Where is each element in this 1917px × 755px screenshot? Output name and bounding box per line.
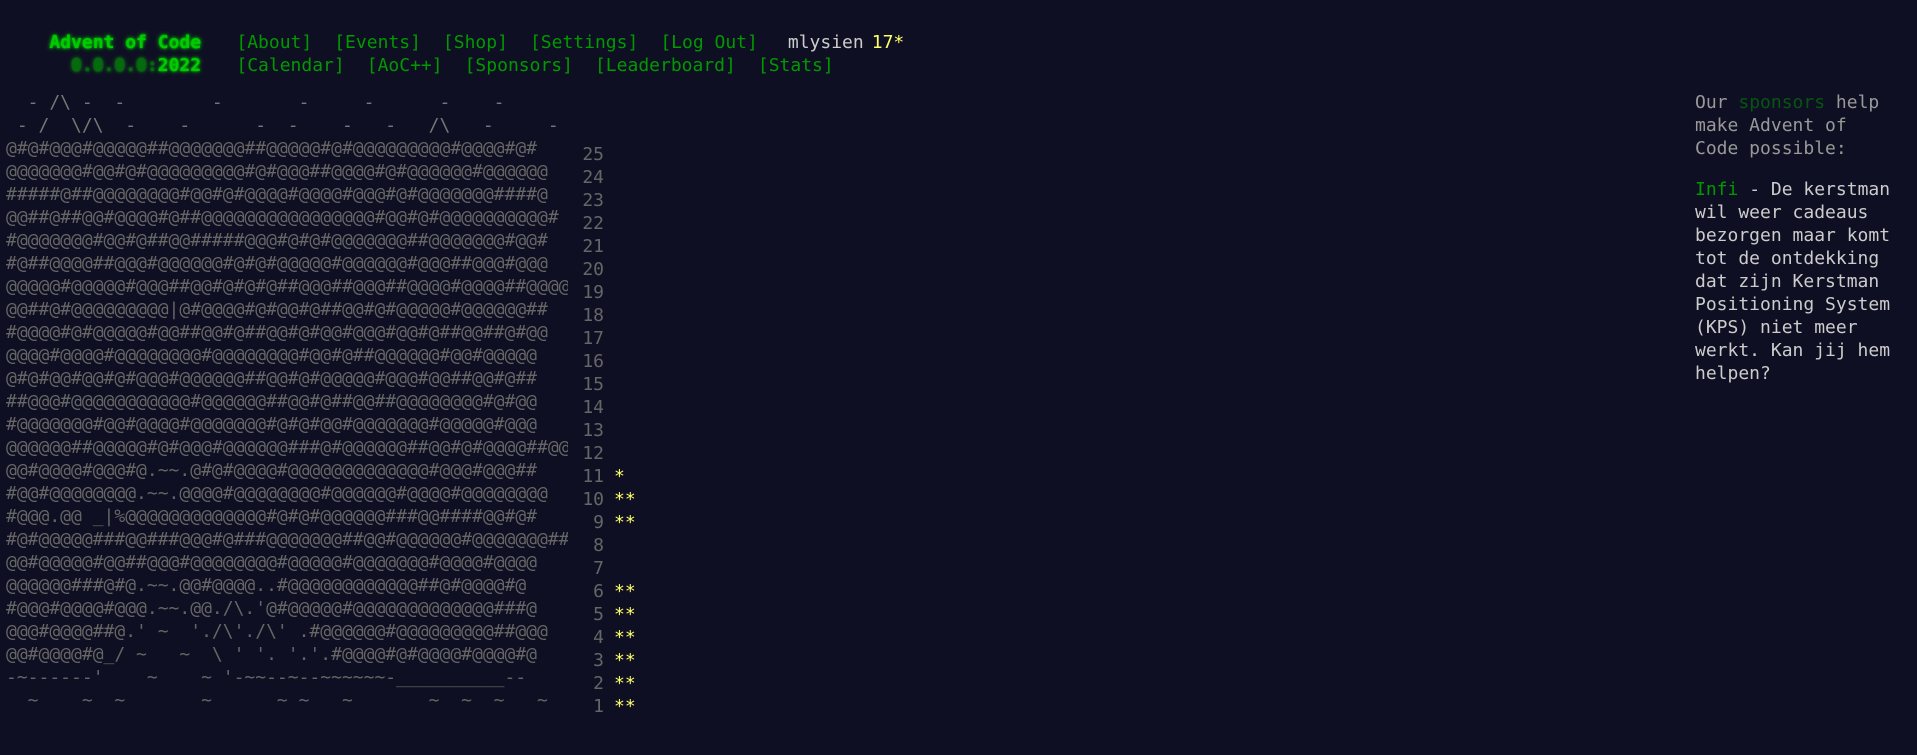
calendar-top-row: - / \/\ - - - - - - /\ - -	[6, 114, 654, 137]
calendar-day-row[interactable]: @#@#@@#@@#@#@@@#@@@@@@##@@#@#@@@@@#@@@#@…	[6, 367, 654, 395]
calendar-art: @@@@@@##@@@@@#@#@@@#@@@@@@###@#@@@@@@##@…	[6, 437, 568, 458]
nav-log-out[interactable]: [Log Out]	[660, 31, 758, 54]
username: mlysien	[787, 32, 864, 53]
event-year-label: 0.0.0.0:2022	[49, 54, 236, 77]
calendar-day-row[interactable]: #####@##@@@@@@@@#@@#@#@@@@#@@@@#@@@#@#@@…	[6, 183, 654, 211]
calendar-art: @@##@#@@@@@@@@@|@#@@@@#@#@@#@##@@#@#@@@@…	[6, 299, 548, 320]
site-header: Advent of Code [About] [Events] [Shop] [Sett…	[6, 8, 904, 76]
calendar-art: @@#@@@@@#@@##@@@#@@@@@@@@#@@@@@#@@@@@@@#…	[6, 552, 538, 573]
calendar-day-row[interactable]: #@@@@#@#@@@@@#@@##@@#@##@@#@#@@#@@@#@@#@…	[6, 321, 654, 349]
sponsor-sidebar: Our sponsors help make Advent of Code po…	[1695, 91, 1900, 385]
calendar-art: #@@@@@@@#@@#@##@@#####@@@#@#@#@@@@@@@##@…	[6, 230, 548, 251]
nav-about[interactable]: [About]	[236, 31, 312, 54]
calendar-art: @@##@##@@#@@@@#@##@@@@@@@@@@@@@@@@#@@#@#…	[6, 207, 559, 228]
calendar-day-rows: @#@#@@@#@@@@@##@@@@@@@##@@@@@#@#@@@@@@@@…	[6, 137, 654, 717]
sponsor-ad: Infi - De kerstman wil weer cadeaus bezo…	[1695, 178, 1900, 385]
calendar-art: #@@@@@@@#@@#@@@@#@@@@@@@#@#@#@@#@@@@@@@#…	[6, 414, 538, 435]
calendar-day-row[interactable]: @@#@@@@#@_/ ~ ~ \ ' '. '.'.#@@@@#@#@@@@#…	[6, 643, 654, 671]
advent-calendar: - /\ - - - - - - - - / \/\ - - - - - - /…	[6, 91, 654, 717]
user-star-count: 17*	[871, 32, 905, 53]
site-logo[interactable]: Advent of Code	[49, 31, 236, 54]
calendar-art: #@@@#@@@@#@@@.~~.@@./\.'@#@@@@@#@@@@@@@@…	[6, 598, 538, 619]
calendar-art: #@#@@@@@###@@###@@@#@###@@@@@@@##@@#@@@@…	[6, 529, 568, 550]
sponsors-link[interactable]: sponsors	[1738, 92, 1825, 113]
sponsor-intro-before: Our	[1695, 92, 1739, 113]
calendar-day-row[interactable]: -~------' ~ ~ '-~~--~--~~~~~~-__________…	[6, 666, 654, 694]
nav-aoc-plus-plus[interactable]: [AoC++]	[367, 54, 443, 77]
calendar-art: #@@@@#@#@@@@@#@@##@@#@##@@#@#@@#@@@#@@#@…	[6, 322, 548, 343]
calendar-art: #@@#@@@@@@@@.~~.@@@@#@@@@@@@@#@@@@@@#@@@…	[6, 483, 548, 504]
calendar-day-row[interactable]: #@##@@@@##@@@#@@@@@@#@#@#@@@@@#@@@@@@#@@…	[6, 252, 654, 280]
calendar-day-row[interactable]: @@@@@@###@#@.~~.@@#@@@@..#@@@@@@@@@@@@##…	[6, 574, 654, 602]
nav-shop[interactable]: [Shop]	[443, 31, 508, 54]
calendar-day-row[interactable]: ##@@@#@@@@@@@@@@@#@@@@@@##@@#@##@@##@@@@…	[6, 390, 654, 418]
day-number: 1	[593, 696, 604, 717]
calendar-art: @@@@@@###@#@.~~.@@#@@@@..#@@@@@@@@@@@@##…	[6, 575, 527, 596]
calendar-art: -~------' ~ ~ '-~~--~--~~~~~~-__________…	[6, 667, 527, 688]
calendar-art: @@@@@#@@@@@#@@@##@@#@#@#@##@@@##@@@##@@@…	[6, 276, 568, 297]
event-year[interactable]: 2022	[158, 55, 201, 76]
calendar-day-row[interactable]: @@##@##@@#@@@@#@##@@@@@@@@@@@@@@@@#@@#@#…	[6, 206, 654, 234]
calendar-day-row[interactable]: @@@@#@@@@#@@@@@@@@#@@@@@@@@#@@#@##@@@@@@…	[6, 344, 654, 372]
day-stars: **	[614, 696, 636, 717]
calendar-art: #@@@.@@ _|%@@@@@@@@@@@@@#@#@#@@@@@@###@@…	[6, 506, 538, 527]
calendar-art: ~ ~ ~ ~ ~ ~ ~ ~ ~ ~ ~	[6, 690, 548, 711]
header-row-main: Advent of Code [About] [Events] [Shop] [Sett…	[6, 8, 904, 53]
calendar-day-row[interactable]: #@@@.@@ _|%@@@@@@@@@@@@@#@#@#@@@@@@###@@…	[6, 505, 654, 533]
nav-sponsors[interactable]: [Sponsors]	[465, 54, 573, 77]
calendar-art: #####@##@@@@@@@@#@@#@#@@@@#@@@@#@@@#@#@@…	[6, 184, 548, 205]
calendar-day-row[interactable]: @@#@@@@@#@@##@@@#@@@@@@@@#@@@@@#@@@@@@@#…	[6, 551, 654, 579]
nav-settings[interactable]: [Settings]	[530, 31, 638, 54]
calendar-day-row[interactable]: ~ ~ ~ ~ ~ ~ ~ ~ ~ ~ ~ 1 **	[6, 689, 654, 717]
nav-stats[interactable]: [Stats]	[758, 54, 834, 77]
calendar-day-row[interactable]: #@@@@@@@#@@#@##@@#####@@@#@#@#@@@@@@@##@…	[6, 229, 654, 257]
calendar-art-top: - /\ - - - - - - -	[6, 92, 505, 113]
calendar-day-row[interactable]: #@@@@@@@#@@#@@@@#@@@@@@@#@#@#@@#@@@@@@@#…	[6, 413, 654, 441]
calendar-art: @#@#@@@#@@@@@##@@@@@@@##@@@@@#@#@@@@@@@@…	[6, 138, 538, 159]
calendar-art: #@##@@@@##@@@#@@@@@@#@#@#@@@@@#@@@@@@#@@…	[6, 253, 548, 274]
calendar-day-row[interactable]: #@@@#@@@@#@@@.~~.@@./\.'@#@@@@@#@@@@@@@@…	[6, 597, 654, 625]
calendar-day-row[interactable]: @@@@@@##@@@@@#@#@@@#@@@@@@###@#@@@@@@##@…	[6, 436, 654, 464]
calendar-day-row[interactable]: @@@@@#@@@@@#@@@##@@#@#@#@##@@@##@@@##@@@…	[6, 275, 654, 303]
calendar-art: ##@@@#@@@@@@@@@@@#@@@@@@##@@#@##@@##@@@@…	[6, 391, 538, 412]
sponsor-intro: Our sponsors help make Advent of Code po…	[1695, 91, 1900, 160]
calendar-art: @@#@@@@#@_/ ~ ~ \ ' '. '.'.#@@@@#@#@@@@#…	[6, 644, 538, 665]
calendar-art: @@@#@@@@##@.' ~ './\'./\' .#@@@@@@#@@@@@…	[6, 621, 548, 642]
calendar-art: @#@#@@#@@#@#@@@#@@@@@@##@@#@#@@@@@#@@@#@…	[6, 368, 538, 389]
nav-events[interactable]: [Events]	[334, 31, 421, 54]
calendar-art: @@#@@@@#@@@#@.~~.@#@#@@@@#@@@@@@@@@@@@@#…	[6, 460, 538, 481]
calendar-day-row[interactable]: @#@#@@@#@@@@@##@@@@@@@##@@@@@#@#@@@@@@@@…	[6, 137, 654, 165]
calendar-art: @@@@#@@@@#@@@@@@@@#@@@@@@@@#@@#@##@@@@@@…	[6, 345, 538, 366]
sponsor-ad-text: - De kerstman wil weer cadeaus bezorgen …	[1695, 179, 1901, 384]
calendar-day-row[interactable]: @@#@@@@#@@@#@.~~.@#@#@@@@#@@@@@@@@@@@@@#…	[6, 459, 654, 487]
nav-leaderboard[interactable]: [Leaderboard]	[595, 54, 736, 77]
sponsor-infi-link[interactable]: Infi	[1695, 179, 1738, 200]
calendar-day-row[interactable]: @@@#@@@@##@.' ~ './\'./\' .#@@@@@@#@@@@@…	[6, 620, 654, 648]
calendar-art: @@@@@@@#@@#@#@@@@@@@@@#@#@@@##@@@@#@#@@@…	[6, 161, 548, 182]
calendar-day-row[interactable]: @@@@@@@#@@#@#@@@@@@@@@#@#@@@##@@@@#@#@@@…	[6, 160, 654, 188]
year-prefix: 0.0.0.0:	[49, 55, 158, 76]
nav-calendar[interactable]: [Calendar]	[236, 54, 344, 77]
calendar-art-top: - / \/\ - - - - - - /\ - -	[6, 115, 559, 136]
calendar-top-row: - /\ - - - - - - -	[6, 91, 654, 114]
calendar-day-row[interactable]: @@##@#@@@@@@@@@|@#@@@@#@#@@#@##@@#@#@@@@…	[6, 298, 654, 326]
calendar-day-row[interactable]: #@@#@@@@@@@@.~~.@@@@#@@@@@@@@#@@@@@@#@@@…	[6, 482, 654, 510]
calendar-day-row[interactable]: #@#@@@@@###@@###@@@#@###@@@@@@@##@@#@@@@…	[6, 528, 654, 556]
